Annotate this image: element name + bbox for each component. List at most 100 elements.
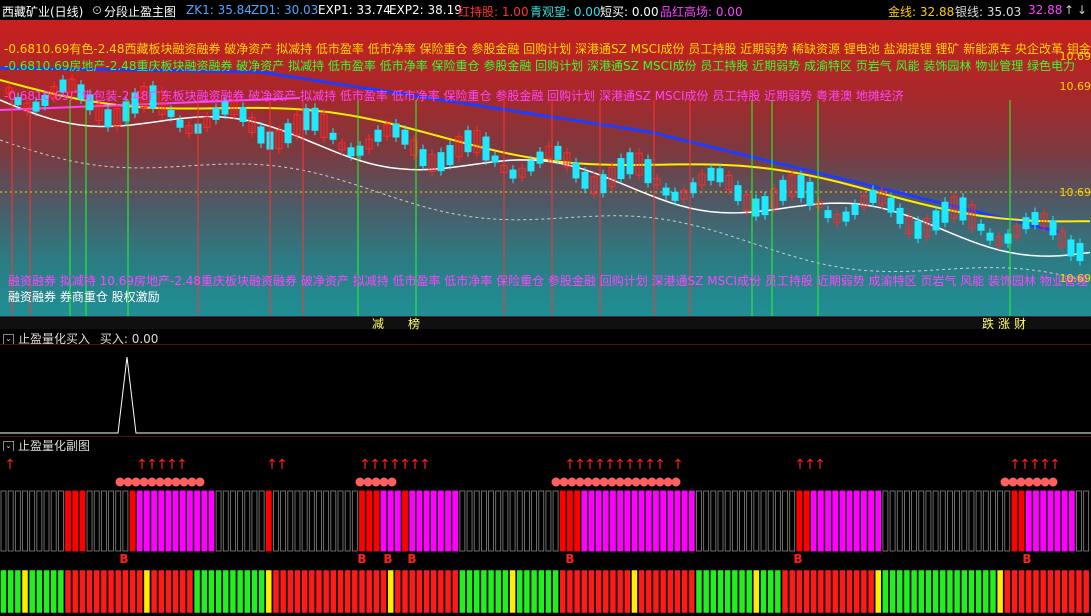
up-arrow-icon[interactable]: ↑ xyxy=(1064,3,1074,17)
trend-bar xyxy=(703,570,709,613)
trend-bar xyxy=(1004,570,1010,613)
quant-bar xyxy=(238,491,243,551)
trend-bar xyxy=(388,570,394,613)
b-marker: B xyxy=(407,552,416,566)
right-level-label: 10.69 xyxy=(1060,50,1091,63)
trend-bar xyxy=(581,570,587,613)
trend-bar xyxy=(617,570,623,613)
trend-bar xyxy=(337,570,343,613)
quant-bar xyxy=(410,491,415,551)
trend-bar xyxy=(567,570,573,613)
red-dot-icon xyxy=(148,478,157,487)
quant-bar xyxy=(438,491,443,551)
trend-bar xyxy=(216,570,222,613)
quant-bar xyxy=(940,491,945,551)
trend-bar xyxy=(36,570,42,613)
candle-body xyxy=(402,130,408,144)
trend-bar xyxy=(524,570,530,613)
trend-bar xyxy=(753,570,759,613)
quant-bar xyxy=(453,491,458,551)
quant-bar xyxy=(467,491,472,551)
trend-bar xyxy=(22,570,28,613)
quant-bar xyxy=(711,491,716,551)
quant-bar xyxy=(94,491,99,551)
quant-bar xyxy=(783,491,788,551)
stock-title[interactable]: 西藏矿业(日线) xyxy=(2,3,83,20)
trend-bar xyxy=(244,570,250,613)
red-dot-icon xyxy=(1009,478,1018,487)
gold-line-value: 金线: 32.88 xyxy=(888,3,954,20)
trend-bar xyxy=(875,570,881,613)
quant-bar xyxy=(116,491,121,551)
red-dot-icon xyxy=(140,478,149,487)
candle-body xyxy=(825,211,831,218)
quant-bar xyxy=(1005,491,1010,551)
trend-bar xyxy=(445,570,451,613)
trend-bar xyxy=(165,570,171,613)
red-dot-icon xyxy=(364,478,373,487)
quant-bar xyxy=(44,491,49,551)
right-level-label: 10.69 xyxy=(1060,272,1091,285)
quant-bar xyxy=(245,491,250,551)
trend-bar xyxy=(481,570,487,613)
candle-body xyxy=(888,198,894,212)
down-arrow-icon[interactable]: ↓ xyxy=(1077,3,1087,17)
quant-bar xyxy=(589,491,594,551)
quant-bar xyxy=(732,491,737,551)
trend-bar xyxy=(961,570,967,613)
quant-bar xyxy=(661,491,666,551)
main-chart-panel[interactable]: -0.6810.69有色-2.48西藏板块融资融券 破净资产 拟减持 低市盈率 … xyxy=(0,20,1091,316)
candle-body xyxy=(582,172,588,188)
trend-bar xyxy=(796,570,802,613)
quant-bar xyxy=(37,491,42,551)
trend-bar xyxy=(718,570,724,613)
red-dot-icon xyxy=(648,478,657,487)
quant-bar xyxy=(87,491,92,551)
quant-bar xyxy=(826,491,831,551)
hold-value: 红持股: 1.00 xyxy=(458,3,529,20)
quant-bar xyxy=(768,491,773,551)
quant-bar xyxy=(460,491,465,551)
gear-icon[interactable]: ⊙ xyxy=(92,3,102,17)
trend-bar xyxy=(194,570,200,613)
trend-bar xyxy=(847,570,853,613)
quant-bar xyxy=(582,491,587,551)
trend-bar xyxy=(1083,570,1089,613)
candle-body xyxy=(573,163,579,178)
trend-bar xyxy=(309,570,315,613)
red-dot-icon xyxy=(608,478,617,487)
chart-indicator-name[interactable]: 分段止盈主图 xyxy=(104,3,176,20)
buy-signal-panel[interactable] xyxy=(0,344,1091,435)
quant-bar xyxy=(130,491,135,551)
trend-bar xyxy=(947,570,953,613)
quant-bar xyxy=(360,491,365,551)
candle-body xyxy=(1023,218,1029,229)
trend-bar xyxy=(1011,570,1017,613)
candle-body xyxy=(987,233,993,240)
quant-bar xyxy=(811,491,816,551)
candle-body xyxy=(348,148,354,156)
candle-body xyxy=(177,120,183,127)
exp2-value: EXP2: 38.19 xyxy=(389,3,462,17)
candle-body xyxy=(465,131,471,152)
trend-bar xyxy=(639,570,645,613)
trend-bar xyxy=(710,570,716,613)
red-dot-icon xyxy=(1041,478,1050,487)
quant-bar xyxy=(381,491,386,551)
time-scrollbar[interactable]: 减 榜 跌 涨 财 xyxy=(0,316,1091,329)
quant-bar xyxy=(539,491,544,551)
quant-bar xyxy=(66,491,71,551)
quant-sub-panel[interactable]: ↑↑↑↑↑↑↑↑↑↑↑↑↑↑↑↑↑↑↑↑↑↑↑↑↑↑↑↑↑↑↑↑↑↑BBBBBB… xyxy=(0,451,1091,613)
quant-bar xyxy=(532,491,537,551)
candle-body xyxy=(600,175,606,193)
candle-body xyxy=(375,130,381,141)
quant-bar xyxy=(1026,491,1031,551)
trend-bar xyxy=(366,570,372,613)
candle-body xyxy=(978,224,984,230)
right-level-label: 10.69 xyxy=(1060,80,1091,93)
trend-bar xyxy=(610,570,616,613)
b-marker: B xyxy=(119,552,128,566)
candle-body xyxy=(762,197,768,215)
trend-bar xyxy=(395,570,401,613)
red-dot-icon xyxy=(132,478,141,487)
